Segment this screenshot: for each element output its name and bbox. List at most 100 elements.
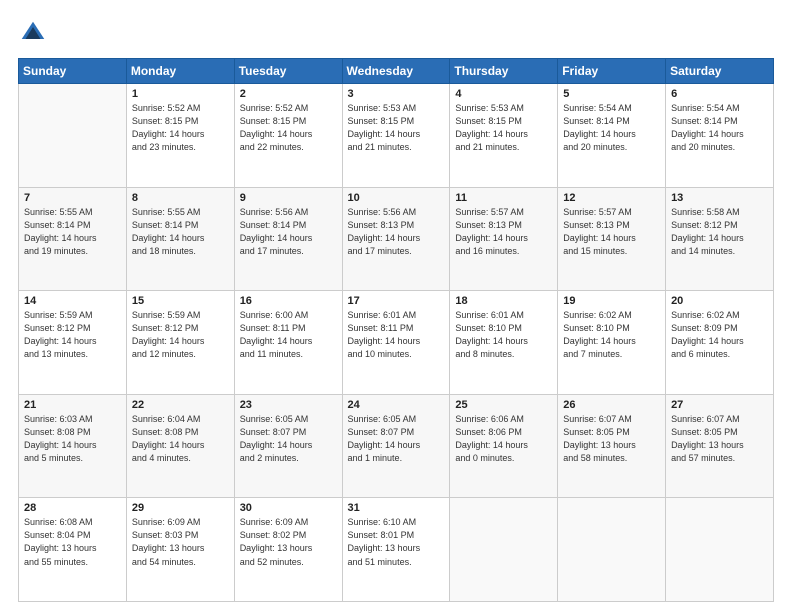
day-number: 31 xyxy=(348,502,445,514)
calendar-cell: 1 Sunrise: 5:52 AM Sunset: 8:15 PM Daylig… xyxy=(126,84,234,188)
day-info: Sunrise: 5:54 AM Sunset: 8:14 PM Dayligh… xyxy=(671,102,768,154)
day-info: Sunrise: 6:08 AM Sunset: 8:04 PM Dayligh… xyxy=(24,516,121,568)
calendar-cell: 5 Sunrise: 5:54 AM Sunset: 8:14 PM Daylig… xyxy=(558,84,666,188)
day-number: 29 xyxy=(132,502,229,514)
calendar-cell: 16 Sunrise: 6:00 AM Sunset: 8:11 PM Dayli… xyxy=(234,291,342,395)
day-number: 2 xyxy=(240,88,337,100)
day-number: 23 xyxy=(240,399,337,411)
calendar-week-row: 1 Sunrise: 5:52 AM Sunset: 8:15 PM Daylig… xyxy=(19,84,774,188)
calendar-cell: 26 Sunrise: 6:07 AM Sunset: 8:05 PM Dayli… xyxy=(558,394,666,498)
calendar-cell: 11 Sunrise: 5:57 AM Sunset: 8:13 PM Dayli… xyxy=(450,187,558,291)
calendar-cell: 8 Sunrise: 5:55 AM Sunset: 8:14 PM Daylig… xyxy=(126,187,234,291)
day-info: Sunrise: 6:07 AM Sunset: 8:05 PM Dayligh… xyxy=(563,413,660,465)
day-info: Sunrise: 6:05 AM Sunset: 8:07 PM Dayligh… xyxy=(348,413,445,465)
calendar-day-header: Friday xyxy=(558,59,666,84)
calendar-week-row: 21 Sunrise: 6:03 AM Sunset: 8:08 PM Dayli… xyxy=(19,394,774,498)
day-number: 26 xyxy=(563,399,660,411)
calendar-cell: 17 Sunrise: 6:01 AM Sunset: 8:11 PM Dayli… xyxy=(342,291,450,395)
day-number: 7 xyxy=(24,192,121,204)
calendar-day-header: Sunday xyxy=(19,59,127,84)
calendar-table: SundayMondayTuesdayWednesdayThursdayFrid… xyxy=(18,58,774,602)
header xyxy=(18,18,774,48)
calendar-header-row: SundayMondayTuesdayWednesdayThursdayFrid… xyxy=(19,59,774,84)
day-info: Sunrise: 6:02 AM Sunset: 8:10 PM Dayligh… xyxy=(563,309,660,361)
calendar-cell: 6 Sunrise: 5:54 AM Sunset: 8:14 PM Daylig… xyxy=(666,84,774,188)
day-number: 24 xyxy=(348,399,445,411)
day-info: Sunrise: 6:04 AM Sunset: 8:08 PM Dayligh… xyxy=(132,413,229,465)
calendar-cell: 9 Sunrise: 5:56 AM Sunset: 8:14 PM Daylig… xyxy=(234,187,342,291)
day-info: Sunrise: 5:52 AM Sunset: 8:15 PM Dayligh… xyxy=(132,102,229,154)
day-info: Sunrise: 6:01 AM Sunset: 8:11 PM Dayligh… xyxy=(348,309,445,361)
calendar-cell: 28 Sunrise: 6:08 AM Sunset: 8:04 PM Dayli… xyxy=(19,498,127,602)
day-info: Sunrise: 5:54 AM Sunset: 8:14 PM Dayligh… xyxy=(563,102,660,154)
day-number: 17 xyxy=(348,295,445,307)
day-number: 4 xyxy=(455,88,552,100)
day-info: Sunrise: 5:53 AM Sunset: 8:15 PM Dayligh… xyxy=(348,102,445,154)
day-number: 21 xyxy=(24,399,121,411)
day-number: 10 xyxy=(348,192,445,204)
day-number: 6 xyxy=(671,88,768,100)
day-info: Sunrise: 5:55 AM Sunset: 8:14 PM Dayligh… xyxy=(24,206,121,258)
day-info: Sunrise: 5:57 AM Sunset: 8:13 PM Dayligh… xyxy=(563,206,660,258)
calendar-cell: 14 Sunrise: 5:59 AM Sunset: 8:12 PM Dayli… xyxy=(19,291,127,395)
calendar-cell: 10 Sunrise: 5:56 AM Sunset: 8:13 PM Dayli… xyxy=(342,187,450,291)
day-info: Sunrise: 6:06 AM Sunset: 8:06 PM Dayligh… xyxy=(455,413,552,465)
day-number: 12 xyxy=(563,192,660,204)
day-info: Sunrise: 5:56 AM Sunset: 8:14 PM Dayligh… xyxy=(240,206,337,258)
calendar-week-row: 7 Sunrise: 5:55 AM Sunset: 8:14 PM Daylig… xyxy=(19,187,774,291)
day-info: Sunrise: 5:57 AM Sunset: 8:13 PM Dayligh… xyxy=(455,206,552,258)
calendar-cell: 21 Sunrise: 6:03 AM Sunset: 8:08 PM Dayli… xyxy=(19,394,127,498)
calendar-cell: 19 Sunrise: 6:02 AM Sunset: 8:10 PM Dayli… xyxy=(558,291,666,395)
calendar-cell: 25 Sunrise: 6:06 AM Sunset: 8:06 PM Dayli… xyxy=(450,394,558,498)
calendar-cell: 24 Sunrise: 6:05 AM Sunset: 8:07 PM Dayli… xyxy=(342,394,450,498)
calendar-cell: 18Sunrise: 6:01 AM Sunset: 8:10 PM Dayli… xyxy=(450,291,558,395)
calendar-day-header: Tuesday xyxy=(234,59,342,84)
calendar-cell: 2 Sunrise: 5:52 AM Sunset: 8:15 PM Daylig… xyxy=(234,84,342,188)
logo xyxy=(18,18,52,48)
day-number: 5 xyxy=(563,88,660,100)
calendar-cell: 31 Sunrise: 6:10 AM Sunset: 8:01 PM Dayli… xyxy=(342,498,450,602)
logo-icon xyxy=(18,18,48,48)
day-info: Sunrise: 6:05 AM Sunset: 8:07 PM Dayligh… xyxy=(240,413,337,465)
calendar-cell: 22 Sunrise: 6:04 AM Sunset: 8:08 PM Dayli… xyxy=(126,394,234,498)
day-number: 16 xyxy=(240,295,337,307)
calendar-day-header: Thursday xyxy=(450,59,558,84)
day-info: Sunrise: 6:03 AM Sunset: 8:08 PM Dayligh… xyxy=(24,413,121,465)
calendar-week-row: 14 Sunrise: 5:59 AM Sunset: 8:12 PM Dayli… xyxy=(19,291,774,395)
calendar-week-row: 28 Sunrise: 6:08 AM Sunset: 8:04 PM Dayli… xyxy=(19,498,774,602)
day-info: Sunrise: 5:56 AM Sunset: 8:13 PM Dayligh… xyxy=(348,206,445,258)
day-info: Sunrise: 5:59 AM Sunset: 8:12 PM Dayligh… xyxy=(24,309,121,361)
calendar-cell: 15Sunrise: 5:59 AM Sunset: 8:12 PM Dayli… xyxy=(126,291,234,395)
day-info: Sunrise: 6:01 AM Sunset: 8:10 PM Dayligh… xyxy=(455,309,552,361)
day-info: Sunrise: 6:00 AM Sunset: 8:11 PM Dayligh… xyxy=(240,309,337,361)
day-info: Sunrise: 5:53 AM Sunset: 8:15 PM Dayligh… xyxy=(455,102,552,154)
day-info: Sunrise: 5:55 AM Sunset: 8:14 PM Dayligh… xyxy=(132,206,229,258)
calendar-cell: 4 Sunrise: 5:53 AM Sunset: 8:15 PM Daylig… xyxy=(450,84,558,188)
day-number: 20 xyxy=(671,295,768,307)
day-info: Sunrise: 5:58 AM Sunset: 8:12 PM Dayligh… xyxy=(671,206,768,258)
day-number: 14 xyxy=(24,295,121,307)
day-info: Sunrise: 5:59 AM Sunset: 8:12 PM Dayligh… xyxy=(132,309,229,361)
calendar-day-header: Saturday xyxy=(666,59,774,84)
day-number: 3 xyxy=(348,88,445,100)
day-info: Sunrise: 6:02 AM Sunset: 8:09 PM Dayligh… xyxy=(671,309,768,361)
day-number: 22 xyxy=(132,399,229,411)
day-number: 28 xyxy=(24,502,121,514)
calendar-cell xyxy=(19,84,127,188)
calendar-cell: 12 Sunrise: 5:57 AM Sunset: 8:13 PM Dayli… xyxy=(558,187,666,291)
day-number: 11 xyxy=(455,192,552,204)
calendar-cell: 13Sunrise: 5:58 AM Sunset: 8:12 PM Dayli… xyxy=(666,187,774,291)
day-number: 9 xyxy=(240,192,337,204)
day-info: Sunrise: 6:07 AM Sunset: 8:05 PM Dayligh… xyxy=(671,413,768,465)
day-number: 8 xyxy=(132,192,229,204)
day-number: 19 xyxy=(563,295,660,307)
day-number: 25 xyxy=(455,399,552,411)
day-info: Sunrise: 6:10 AM Sunset: 8:01 PM Dayligh… xyxy=(348,516,445,568)
day-info: Sunrise: 5:52 AM Sunset: 8:15 PM Dayligh… xyxy=(240,102,337,154)
calendar-day-header: Monday xyxy=(126,59,234,84)
calendar-day-header: Wednesday xyxy=(342,59,450,84)
calendar-cell: 7 Sunrise: 5:55 AM Sunset: 8:14 PM Daylig… xyxy=(19,187,127,291)
page: SundayMondayTuesdayWednesdayThursdayFrid… xyxy=(0,0,792,612)
day-info: Sunrise: 6:09 AM Sunset: 8:03 PM Dayligh… xyxy=(132,516,229,568)
day-number: 1 xyxy=(132,88,229,100)
